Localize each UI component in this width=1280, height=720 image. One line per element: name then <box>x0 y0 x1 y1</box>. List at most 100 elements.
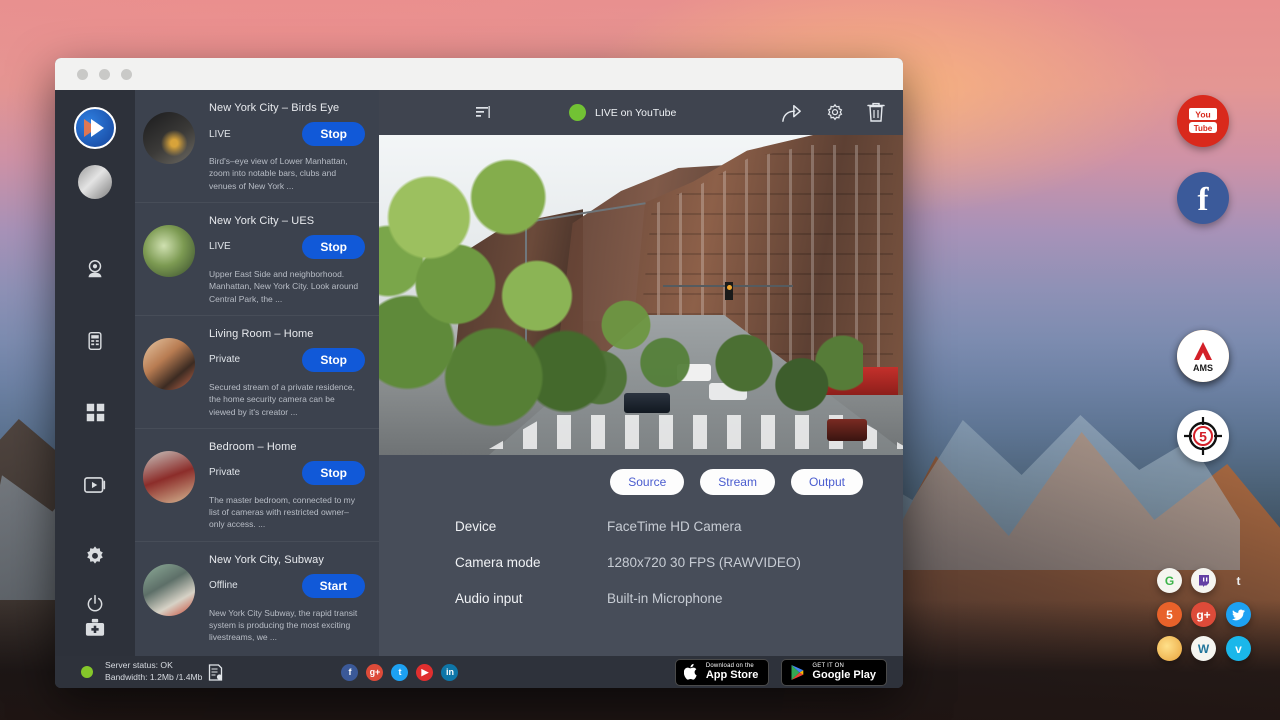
camera-description: The master bedroom, connected to my list… <box>209 494 369 531</box>
dock-icon-twitter[interactable] <box>1226 602 1251 627</box>
dock-icon-google-plus[interactable]: g+ <box>1191 602 1216 627</box>
camera-mode-label: Camera mode <box>455 555 607 570</box>
camera-thumbnail <box>143 112 195 164</box>
tab-source[interactable]: Source <box>610 469 684 495</box>
camera-stop-button[interactable]: Stop <box>302 348 365 372</box>
sidebar-item-profile[interactable] <box>73 106 117 150</box>
camera-title: Living Room – Home <box>209 326 369 340</box>
camera-stop-button[interactable]: Stop <box>302 122 365 146</box>
camera-title: New York City – Birds Eye <box>209 100 369 114</box>
dock-icon-tumblr[interactable]: t <box>1226 568 1251 593</box>
tab-stream[interactable]: Stream <box>700 469 775 495</box>
trees-right <box>693 315 863 435</box>
gear-icon <box>84 545 106 567</box>
camera-thumbnail <box>143 564 195 616</box>
camera-status-row: LIVE Stop <box>209 122 369 146</box>
twitter-bird-icon <box>1232 609 1246 621</box>
window-minimize-button[interactable] <box>99 69 110 80</box>
camera-description: Bird's–eye view of Lower Manhattan, zoom… <box>209 155 369 192</box>
camera-thumbnail <box>143 338 195 390</box>
camera-description: New York City Subway, the rapid transit … <box>209 607 369 644</box>
dock-icon-flickr[interactable] <box>1157 636 1182 661</box>
dock-icon-grasshopper[interactable]: G <box>1157 568 1182 593</box>
sidebar-item-grid[interactable] <box>73 391 117 435</box>
server-status-text: Server status: OK Bandwidth: 1.2Mb /1.4M… <box>105 660 202 683</box>
play-triangle-icon <box>790 664 805 681</box>
dock-icon-vimeo[interactable]: v <box>1226 636 1251 661</box>
camera-list-item[interactable]: New York City – UES LIVE Stop Upper East… <box>135 202 379 315</box>
stream-toolbar: LIVE on YouTube <box>379 90 903 135</box>
twitter-icon[interactable]: t <box>391 664 408 681</box>
gear-icon[interactable] <box>825 103 845 123</box>
dock-icon-rss-reader[interactable]: 5 <box>1157 602 1182 627</box>
document-info-icon[interactable] <box>208 664 223 681</box>
dock-icon-youtube[interactable]: You Tube <box>1177 95 1229 147</box>
window-titlebar <box>55 58 903 90</box>
tab-output[interactable]: Output <box>791 469 863 495</box>
app-store-text: Download on the App Store <box>706 663 759 682</box>
camera-list-item[interactable]: New York City, Subway Offline Start New … <box>135 541 379 654</box>
dock-icon-adobe-ams[interactable]: AMS <box>1177 330 1229 382</box>
svg-text:f: f <box>1198 182 1210 215</box>
camera-thumbnail <box>143 225 195 277</box>
svg-text:Tube: Tube <box>1194 124 1213 133</box>
camera-stop-button[interactable]: Stop <box>302 461 365 485</box>
sidebar-item-power[interactable] <box>73 582 117 626</box>
device-label: Device <box>455 519 607 534</box>
sidebar-item-camera[interactable] <box>73 248 117 292</box>
sidebar-item-settings[interactable] <box>73 535 117 579</box>
status-bar: Server status: OK Bandwidth: 1.2Mb /1.4M… <box>55 656 903 688</box>
camera-list-item[interactable]: New York City – Birds Eye LIVE Stop Bird… <box>135 90 379 202</box>
video-preview[interactable] <box>379 135 903 455</box>
server-status-dot <box>81 666 93 678</box>
sidebar-item-broadcast[interactable] <box>73 463 117 507</box>
detail-row-device: Device FaceTime HD Camera <box>455 519 903 534</box>
google-play-small: GET IT ON <box>812 663 876 670</box>
sidebar-item-device[interactable] <box>73 319 117 363</box>
camera-start-button[interactable]: Start <box>302 574 365 598</box>
sidebar-item-user[interactable] <box>73 160 117 204</box>
live-status-label: LIVE on YouTube <box>595 107 676 119</box>
camera-status: Private <box>209 354 240 365</box>
play-avatar-icon <box>74 107 116 149</box>
camera-list-item[interactable]: Living Room – Home Private Stop Secured … <box>135 315 379 428</box>
facebook-icon[interactable]: f <box>341 664 358 681</box>
live-indicator-dot <box>569 104 586 121</box>
linkedin-icon[interactable]: in <box>441 664 458 681</box>
google-play-text: GET IT ON Google Play <box>812 663 876 682</box>
youtube-icon[interactable]: ▶ <box>416 664 433 681</box>
google-plus-icon[interactable]: g+ <box>366 664 383 681</box>
trees-left <box>379 145 609 435</box>
sort-icon[interactable] <box>475 105 491 121</box>
user-photo-icon <box>78 165 112 199</box>
window-maximize-button[interactable] <box>121 69 132 80</box>
live-status: LIVE on YouTube <box>569 104 676 121</box>
share-arrow-icon[interactable] <box>781 103 803 123</box>
camera-mode-value[interactable]: 1280x720 30 FPS (RAWVIDEO) <box>607 555 801 570</box>
google-play-badge[interactable]: GET IT ON Google Play <box>781 659 887 686</box>
window-close-button[interactable] <box>77 69 88 80</box>
audio-input-value[interactable]: Built-in Microphone <box>607 591 723 606</box>
app-window: New York City – Birds Eye LIVE Stop Bird… <box>55 58 903 688</box>
detail-row-camera-mode: Camera mode 1280x720 30 FPS (RAWVIDEO) <box>455 555 903 570</box>
camera-status: Private <box>209 467 240 478</box>
dock-icon-wordpress[interactable]: W <box>1191 636 1216 661</box>
social-links: f g+ t ▶ in <box>341 664 458 681</box>
dock-icon-twitch[interactable] <box>1191 568 1216 593</box>
server-status-line: Server status: OK <box>105 660 173 670</box>
camera-list-item[interactable]: Bedroom – Home Private Stop The master b… <box>135 428 379 541</box>
camera-list[interactable]: New York City – Birds Eye LIVE Stop Bird… <box>135 90 379 656</box>
detail-row-audio-input: Audio input Built-in Microphone <box>455 591 903 606</box>
camera-status-row: Offline Start <box>209 574 369 598</box>
facebook-icon: f <box>1191 181 1215 215</box>
device-value[interactable]: FaceTime HD Camera <box>607 519 742 534</box>
dock-icon-facebook[interactable]: f <box>1177 172 1229 224</box>
camera-status: LIVE <box>209 241 231 252</box>
camera-stop-button[interactable]: Stop <box>302 235 365 259</box>
camera-title: New York City – UES <box>209 213 369 227</box>
app-store-large: App Store <box>706 669 759 681</box>
trash-icon[interactable] <box>867 102 885 123</box>
dock-icon-channel-five[interactable]: 5 <box>1177 410 1229 462</box>
traffic-signal <box>725 282 733 300</box>
app-store-badge[interactable]: Download on the App Store <box>675 659 770 686</box>
